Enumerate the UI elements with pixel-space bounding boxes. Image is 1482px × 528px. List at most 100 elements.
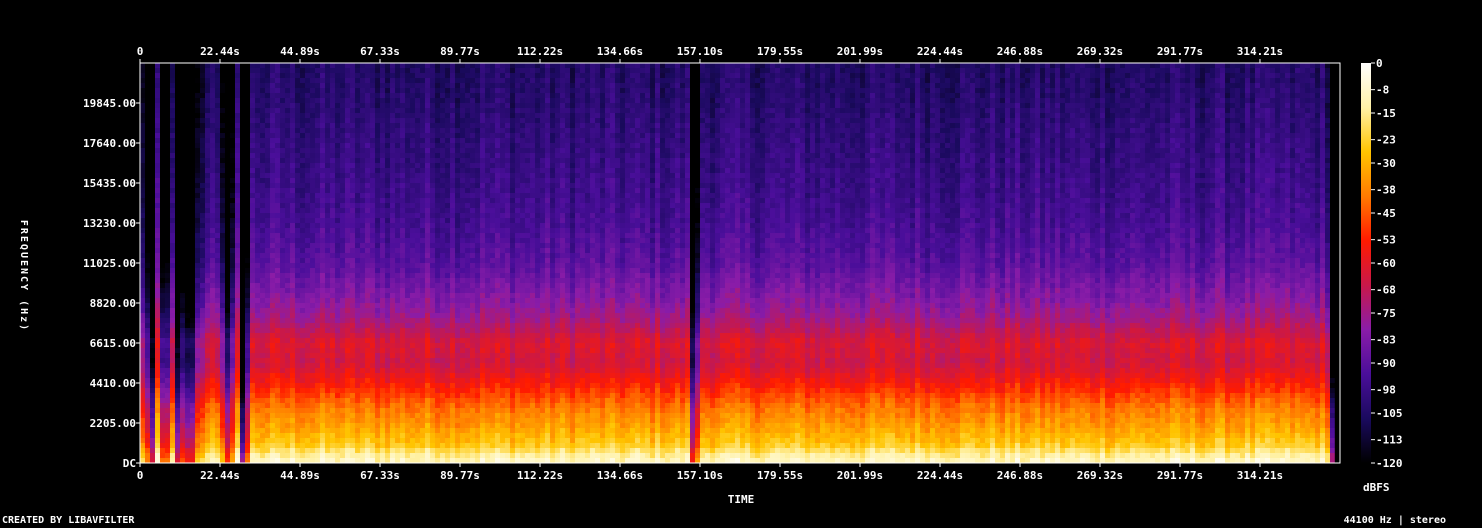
- spectrogram-cell: [270, 113, 276, 119]
- spectrogram-cell: [330, 223, 336, 229]
- spectrogram-cell: [250, 398, 256, 404]
- spectrogram-cell: [220, 378, 226, 384]
- spectrogram-cell: [360, 243, 366, 249]
- spectrogram-cell: [180, 168, 186, 174]
- spectrogram-cell: [165, 443, 171, 449]
- spectrogram-cell: [445, 363, 451, 369]
- spectrogram-cell: [340, 93, 346, 99]
- spectrogram-cell: [190, 393, 196, 399]
- spectrogram-cell: [260, 438, 266, 444]
- spectrogram-cell: [255, 313, 261, 319]
- spectrogram-cell: [435, 408, 441, 414]
- spectrogram-cell: [405, 438, 411, 444]
- spectrogram-cell: [195, 368, 201, 374]
- spectrogram-cell: [270, 98, 276, 104]
- spectrogram-cell: [260, 108, 266, 114]
- spectrogram-cell: [385, 98, 391, 104]
- spectrogram-cell: [445, 393, 451, 399]
- spectrogram-cell: [445, 138, 451, 144]
- spectrogram-cell: [195, 198, 201, 204]
- spectrogram-cell: [165, 278, 171, 284]
- spectrogram-cell: [200, 303, 206, 309]
- spectrogram-cell: [210, 63, 216, 69]
- spectrogram-cell: [305, 398, 311, 404]
- spectrogram-cell: [410, 288, 416, 294]
- spectrogram-cell: [275, 208, 281, 214]
- spectrogram-cell: [355, 283, 361, 289]
- spectrogram-cell: [185, 63, 191, 69]
- spectrogram-cell: [180, 178, 186, 184]
- spectrogram-cell: [155, 343, 161, 349]
- spectrogram-cell: [185, 453, 191, 459]
- spectrogram-cell: [445, 313, 451, 319]
- spectrogram-cell: [245, 128, 251, 134]
- spectrogram-cell: [250, 323, 256, 329]
- spectrogram-cell: [265, 138, 271, 144]
- spectrogram-cell: [295, 73, 301, 79]
- spectrogram-cell: [145, 403, 151, 409]
- spectrogram-cell: [415, 438, 421, 444]
- spectrogram-cell: [340, 253, 346, 259]
- spectrogram-cell: [205, 448, 211, 454]
- spectrogram-cell: [345, 118, 351, 124]
- spectrogram-cell: [285, 223, 291, 229]
- spectrogram-cell: [240, 123, 246, 129]
- spectrogram-cell: [230, 228, 236, 234]
- spectrogram-cell: [205, 358, 211, 364]
- spectrogram-cell: [395, 223, 401, 229]
- spectrogram-cell: [320, 433, 326, 439]
- spectrogram-cell: [350, 188, 356, 194]
- spectrogram-cell: [380, 453, 386, 459]
- spectrogram-cell: [330, 448, 336, 454]
- spectrogram-cell: [150, 418, 156, 424]
- spectrogram-cell: [265, 283, 271, 289]
- spectrogram-cell: [370, 223, 376, 229]
- spectrogram-cell: [245, 203, 251, 209]
- spectrogram-cell: [220, 448, 226, 454]
- spectrogram-cell: [280, 248, 286, 254]
- spectrogram-cell: [430, 268, 436, 274]
- spectrogram-cell: [185, 298, 191, 304]
- spectrogram-cell: [305, 268, 311, 274]
- spectrogram-cell: [360, 113, 366, 119]
- spectrogram-cell: [250, 433, 256, 439]
- spectrogram-cell: [225, 328, 231, 334]
- spectrogram-cell: [430, 143, 436, 149]
- spectrogram-cell: [365, 248, 371, 254]
- spectrogram-cell: [415, 313, 421, 319]
- spectrogram-cell: [420, 373, 426, 379]
- spectrogram-cell: [300, 188, 306, 194]
- spectrogram-cell: [150, 308, 156, 314]
- spectrogram-cell: [355, 423, 361, 429]
- spectrogram-cell: [450, 203, 456, 209]
- spectrogram-cell: [320, 98, 326, 104]
- spectrogram-cell: [350, 68, 356, 74]
- spectrogram-cell: [260, 103, 266, 109]
- spectrogram-cell: [185, 448, 191, 454]
- spectrogram-cell: [425, 103, 431, 109]
- spectrogram-cell: [200, 268, 206, 274]
- spectrogram-cell: [205, 198, 211, 204]
- spectrogram-cell: [200, 73, 206, 79]
- spectrogram-cell: [440, 193, 446, 199]
- spectrogram-cell: [415, 63, 421, 69]
- spectrogram-cell: [190, 228, 196, 234]
- spectrogram-cell: [385, 423, 391, 429]
- spectrogram-cell: [275, 183, 281, 189]
- spectrogram-cell: [280, 268, 286, 274]
- spectrogram-cell: [145, 378, 151, 384]
- spectrogram-cell: [375, 158, 381, 164]
- spectrogram-cell: [215, 203, 221, 209]
- spectrogram-cell: [180, 298, 186, 304]
- spectrogram-cell: [215, 378, 221, 384]
- spectrogram-cell: [280, 208, 286, 214]
- spectrogram-cell: [260, 153, 266, 159]
- spectrogram-cell: [210, 223, 216, 229]
- spectrogram-cell: [190, 333, 196, 339]
- spectrogram-cell: [395, 73, 401, 79]
- spectrogram-cell: [405, 153, 411, 159]
- spectrogram-cell: [230, 118, 236, 124]
- spectrogram-cell: [275, 213, 281, 219]
- spectrogram-cell: [360, 368, 366, 374]
- spectrogram-cell: [315, 133, 321, 139]
